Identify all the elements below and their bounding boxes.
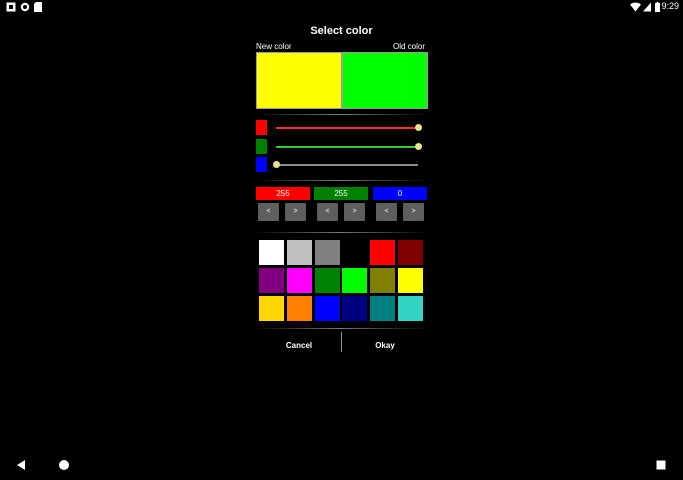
back-icon[interactable] bbox=[16, 460, 26, 470]
blue-increment-button[interactable]: > bbox=[403, 203, 424, 221]
new-color-label: New color bbox=[256, 42, 292, 51]
recents-icon[interactable] bbox=[656, 460, 666, 470]
palette-color-swatch[interactable] bbox=[342, 267, 368, 293]
okay-button[interactable]: Okay bbox=[342, 341, 428, 350]
green-slider-track[interactable] bbox=[276, 146, 418, 148]
blue-value-field[interactable]: 0 bbox=[373, 187, 427, 200]
divider bbox=[254, 114, 428, 115]
wifi-icon bbox=[630, 2, 641, 12]
green-value-field[interactable]: 255 bbox=[314, 187, 368, 200]
red-value-field[interactable]: 255 bbox=[256, 187, 310, 200]
palette-color-swatch[interactable] bbox=[314, 267, 340, 293]
cancel-button[interactable]: Cancel bbox=[256, 341, 342, 350]
dialog-title: Select color bbox=[310, 25, 373, 37]
blue-slider-track[interactable] bbox=[276, 164, 418, 166]
palette-color-swatch[interactable] bbox=[398, 240, 423, 265]
new-color-swatch bbox=[256, 52, 342, 109]
palette-color-swatch[interactable] bbox=[370, 267, 396, 293]
home-icon[interactable] bbox=[58, 459, 70, 471]
red-slider-thumb[interactable] bbox=[414, 124, 422, 131]
palette-color-swatch[interactable] bbox=[259, 240, 284, 265]
notification-square-icon bbox=[6, 2, 16, 12]
palette-color-swatch[interactable] bbox=[286, 267, 312, 293]
blue-decrement-button[interactable]: < bbox=[376, 203, 397, 221]
palette-color-swatch[interactable] bbox=[342, 295, 368, 321]
palette-color-swatch[interactable] bbox=[314, 295, 340, 321]
palette-color-swatch[interactable] bbox=[314, 240, 340, 265]
red-channel-indicator bbox=[256, 120, 267, 135]
signal-icon bbox=[643, 2, 651, 12]
green-increment-button[interactable]: > bbox=[344, 203, 365, 221]
status-time: 9:29 bbox=[661, 1, 679, 11]
green-decrement-button[interactable]: < bbox=[317, 203, 338, 221]
palette-color-swatch[interactable] bbox=[259, 295, 284, 321]
palette-color-swatch[interactable] bbox=[259, 267, 284, 293]
palette-color-swatch[interactable] bbox=[286, 295, 312, 321]
divider bbox=[254, 328, 428, 329]
palette-color-swatch[interactable] bbox=[398, 267, 423, 293]
old-color-label: Old color bbox=[393, 42, 426, 51]
green-slider-thumb[interactable] bbox=[414, 143, 422, 150]
red-decrement-button[interactable]: < bbox=[258, 203, 279, 221]
green-channel-indicator bbox=[256, 139, 267, 154]
battery-icon bbox=[655, 2, 660, 12]
palette-color-swatch[interactable] bbox=[370, 240, 396, 265]
blue-channel-indicator bbox=[256, 157, 267, 172]
circle-icon bbox=[20, 2, 30, 12]
palette-color-swatch[interactable] bbox=[342, 240, 368, 265]
palette-color-swatch[interactable] bbox=[370, 295, 396, 321]
divider bbox=[254, 232, 428, 233]
red-increment-button[interactable]: > bbox=[285, 203, 306, 221]
palette-color-swatch[interactable] bbox=[398, 295, 423, 321]
sd-card-icon bbox=[34, 2, 42, 12]
divider bbox=[254, 180, 428, 181]
blue-slider-thumb[interactable] bbox=[272, 161, 280, 168]
old-color-swatch[interactable] bbox=[342, 52, 428, 109]
palette-color-swatch[interactable] bbox=[286, 240, 312, 265]
red-slider-track[interactable] bbox=[276, 127, 418, 129]
